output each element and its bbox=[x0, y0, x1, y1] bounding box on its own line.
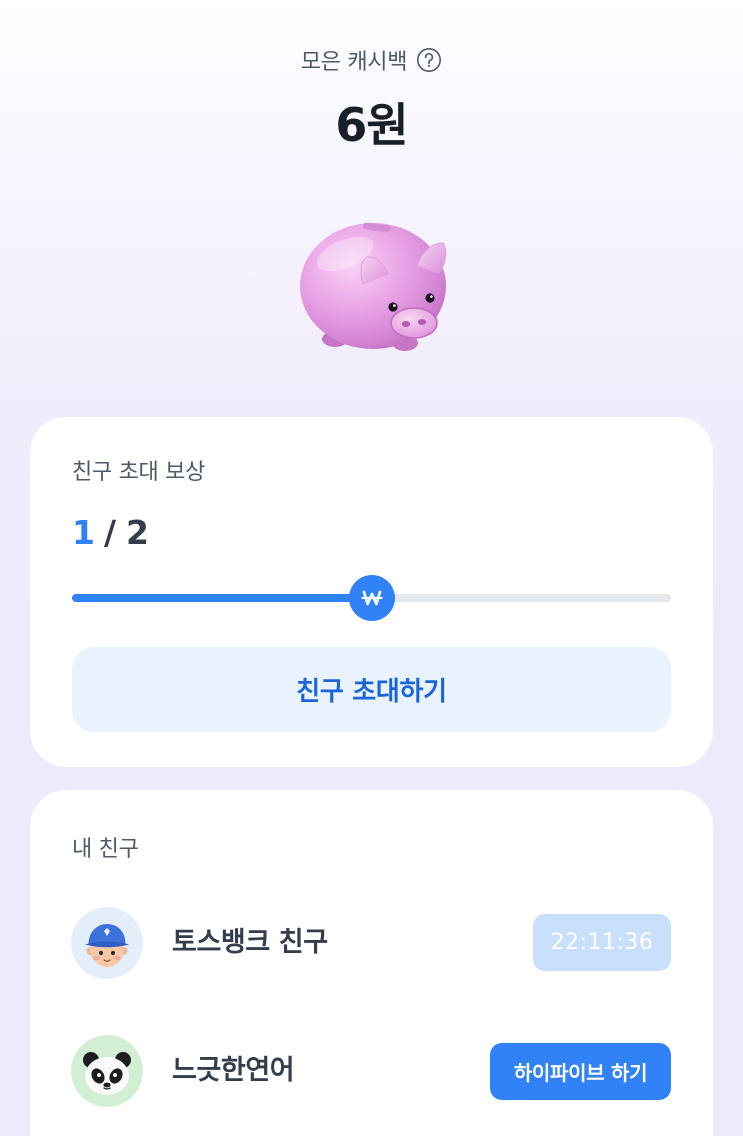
friend-row: 느긋한연어 하이파이브 하기 bbox=[71, 1035, 671, 1107]
progress-track bbox=[72, 575, 671, 621]
my-friends-card: 내 친구 토스뱅크 친구 22:11:36 느긋한연어 하이파이브 하기 bbox=[30, 790, 713, 1136]
cashback-title: 모은 캐시백 bbox=[300, 50, 408, 75]
piggy-bank-image bbox=[293, 212, 458, 357]
question-circle-icon[interactable] bbox=[416, 47, 442, 73]
panda-avatar bbox=[71, 1035, 143, 1107]
highfive-button[interactable]: 하이파이브 하기 bbox=[490, 1043, 671, 1100]
progress-total: 2 bbox=[126, 513, 149, 552]
won-icon bbox=[359, 585, 385, 611]
invite-reward-card: 친구 초대 보상 1 / 2 친구 초대하기 bbox=[30, 417, 713, 767]
boy-with-cap-avatar bbox=[71, 907, 143, 979]
cashback-header: 모은 캐시백 bbox=[0, 44, 743, 76]
friend-name: 토스뱅크 친구 bbox=[172, 927, 328, 958]
progress-fill bbox=[72, 594, 372, 602]
cashback-amount: 6원 bbox=[335, 98, 408, 152]
progress-knob bbox=[348, 575, 395, 621]
cooldown-timer-badge: 22:11:36 bbox=[533, 914, 671, 971]
invite-friend-button[interactable]: 친구 초대하기 bbox=[72, 647, 671, 732]
friend-row: 토스뱅크 친구 22:11:36 bbox=[71, 907, 671, 979]
friend-name: 느긋한연어 bbox=[172, 1055, 295, 1086]
progress-current: 1 bbox=[72, 513, 95, 552]
progress-separator: / bbox=[103, 513, 117, 552]
invite-reward-title: 친구 초대 보상 bbox=[72, 460, 206, 485]
invite-progress-count: 1 / 2 bbox=[72, 513, 149, 553]
my-friends-title: 내 친구 bbox=[72, 837, 139, 862]
